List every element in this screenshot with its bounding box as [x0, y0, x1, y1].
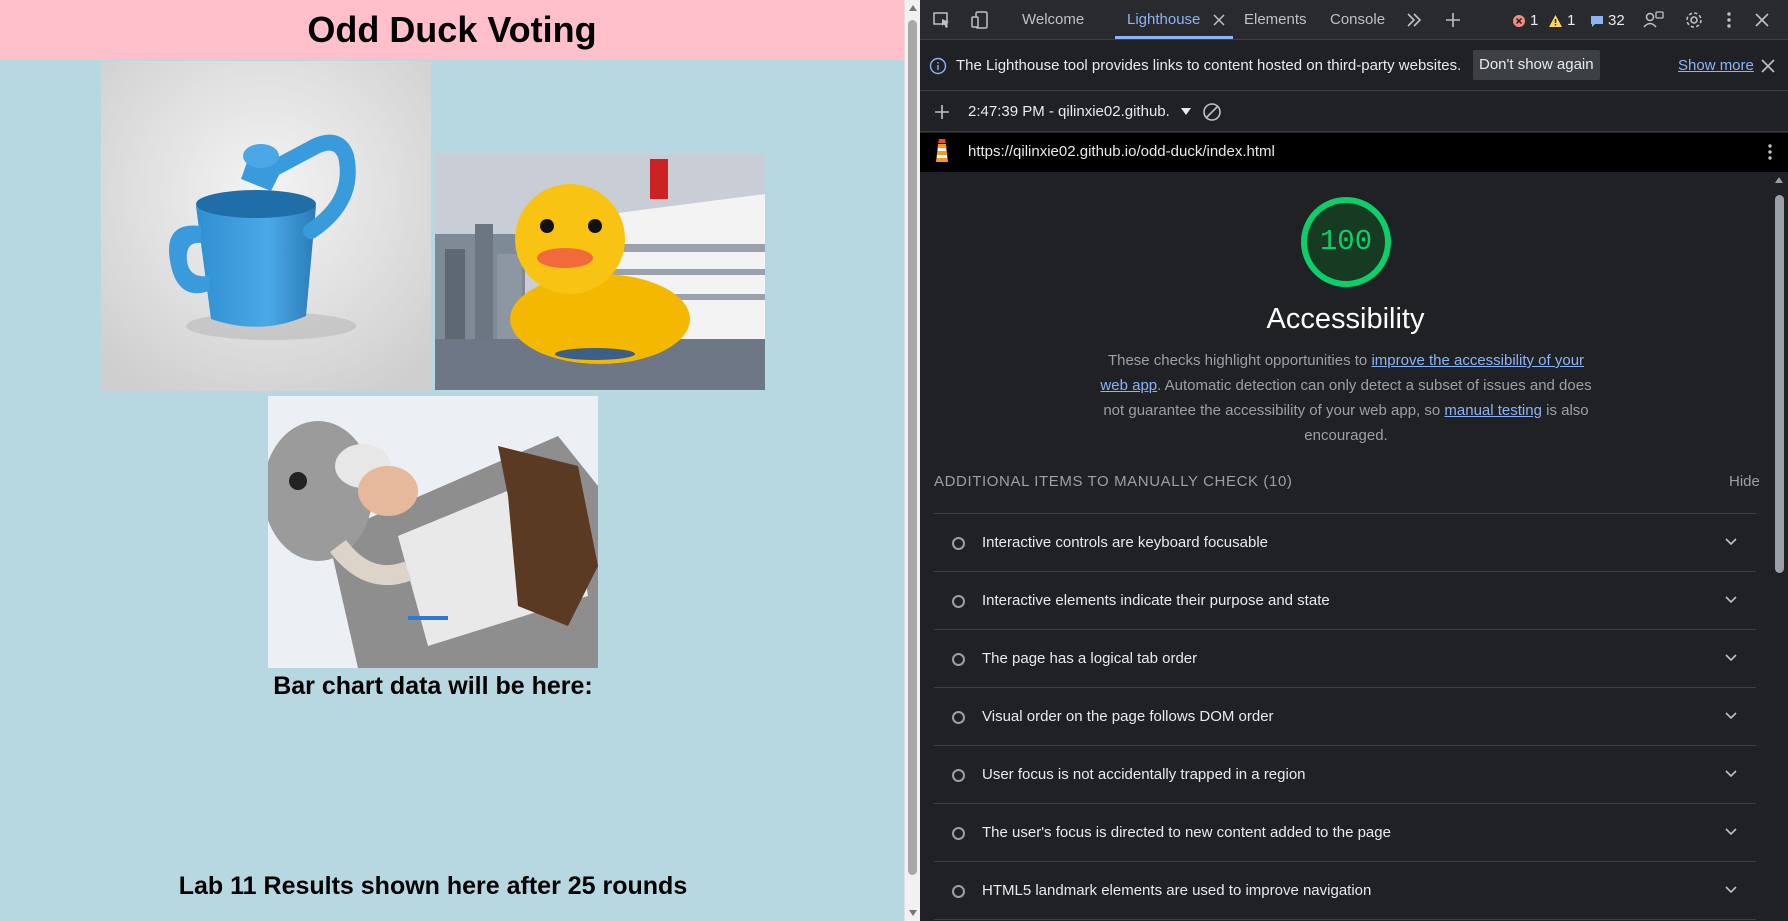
- customize-icon[interactable]: [1642, 8, 1666, 32]
- manual-audit-circle-icon: [952, 885, 965, 898]
- error-counter[interactable]: 1: [1512, 12, 1538, 29]
- manual-audit-list: Interactive controls are keyboard focusa…: [934, 513, 1756, 920]
- page-scrollbar[interactable]: [904, 0, 920, 921]
- chevron-down-icon[interactable]: [1724, 651, 1738, 665]
- more-tabs-icon[interactable]: [1402, 8, 1426, 32]
- chevron-down-icon[interactable]: [1724, 883, 1738, 897]
- audit-title: User focus is not accidentally trapped i…: [982, 766, 1306, 783]
- audit-row[interactable]: Interactive controls are keyboard focusa…: [934, 514, 1756, 572]
- devtools-tabbar: Welcome Lighthouse Elements Console 1 1 …: [920, 0, 1788, 40]
- audit-title: The page has a logical tab order: [982, 650, 1198, 667]
- more-options-icon[interactable]: [1717, 8, 1741, 32]
- product-image-water-can[interactable]: [101, 61, 431, 391]
- lighthouse-report: 100 Accessibility These checks highlight…: [920, 172, 1788, 921]
- web-page: Odd Duck Voting Bar chart data will be h…: [0, 0, 904, 921]
- scroll-thumb[interactable]: [908, 20, 917, 875]
- info-message: The Lighthouse tool provides links to co…: [956, 57, 1462, 74]
- manual-audit-circle-icon: [952, 769, 965, 782]
- scroll-thumb[interactable]: [1775, 195, 1784, 573]
- audit-title: Interactive controls are keyboard focusa…: [982, 534, 1268, 551]
- info-icon: [926, 54, 950, 78]
- active-tab-indicator: [1115, 36, 1233, 39]
- report-menu-icon[interactable]: [1758, 140, 1782, 164]
- scroll-up-arrow-icon[interactable]: [1775, 177, 1783, 183]
- manual-checks-header: ADDITIONAL ITEMS TO MANUALLY CHECK (10): [934, 473, 1293, 490]
- score-value: 100: [1319, 225, 1373, 258]
- scroll-down-arrow-icon[interactable]: [909, 910, 917, 916]
- product-image-tauntaun[interactable]: [268, 396, 598, 668]
- scroll-up-arrow-icon[interactable]: [909, 5, 917, 11]
- report-selector-value: 2:47:39 PM - qilinxie02.github.: [968, 103, 1170, 120]
- audit-title: The user's focus is directed to new cont…: [982, 824, 1391, 841]
- message-icon: [1591, 15, 1603, 27]
- info-count: 32: [1608, 12, 1625, 29]
- audit-title: Interactive elements indicate their purp…: [982, 592, 1330, 609]
- category-title: Accessibility: [1266, 303, 1425, 335]
- chevron-down-icon[interactable]: [1724, 767, 1738, 781]
- manual-audit-circle-icon: [952, 711, 965, 724]
- lighthouse-logo-icon: [930, 139, 954, 163]
- product-image-rubber-duck[interactable]: [435, 154, 765, 390]
- close-tab-icon[interactable]: [1207, 8, 1231, 32]
- close-infobar-icon[interactable]: [1756, 54, 1780, 78]
- device-toolbar-icon[interactable]: [968, 8, 992, 32]
- close-devtools-icon[interactable]: [1750, 8, 1774, 32]
- clear-reports-icon[interactable]: [1200, 100, 1224, 124]
- inspect-element-icon[interactable]: [930, 8, 954, 32]
- devtools-panel: Welcome Lighthouse Elements Console 1 1 …: [920, 0, 1788, 921]
- page-header: Odd Duck Voting: [0, 0, 904, 60]
- chevron-down-icon[interactable]: [1724, 825, 1738, 839]
- report-scrollbar[interactable]: [1771, 172, 1788, 921]
- chevron-down-icon[interactable]: [1724, 593, 1738, 607]
- hide-manual-checks-button[interactable]: Hide: [1729, 473, 1760, 490]
- manual-testing-link[interactable]: manual testing: [1444, 402, 1542, 419]
- audit-title: HTML5 landmark elements are used to impr…: [982, 882, 1372, 899]
- audit-row[interactable]: The user's focus is directed to new cont…: [934, 804, 1756, 862]
- settings-gear-icon[interactable]: [1682, 8, 1706, 32]
- audit-row[interactable]: User focus is not accidentally trapped i…: [934, 746, 1756, 804]
- tab-lighthouse[interactable]: Lighthouse: [1127, 0, 1200, 40]
- tab-welcome[interactable]: Welcome: [1022, 0, 1084, 40]
- chevron-down-icon[interactable]: [1724, 535, 1738, 549]
- lighthouse-toolbar: 2:47:39 PM - qilinxie02.github.: [920, 92, 1788, 132]
- error-count: 1: [1530, 12, 1539, 29]
- manual-audit-circle-icon: [952, 595, 965, 608]
- manual-audit-circle-icon: [952, 537, 965, 550]
- audit-title: Visual order on the page follows DOM ord…: [982, 708, 1274, 725]
- audit-row[interactable]: Visual order on the page follows DOM ord…: [934, 688, 1756, 746]
- show-more-link[interactable]: Show more: [1678, 57, 1754, 74]
- audit-row[interactable]: HTML5 landmark elements are used to impr…: [934, 862, 1756, 920]
- add-tab-icon[interactable]: [1441, 8, 1465, 32]
- chart-heading: Bar chart data will be here:: [273, 672, 593, 700]
- manual-audit-circle-icon: [952, 653, 965, 666]
- warning-counter[interactable]: 1: [1548, 12, 1575, 29]
- info-counter[interactable]: 32: [1590, 12, 1625, 29]
- tab-console[interactable]: Console: [1330, 0, 1385, 40]
- report-url[interactable]: https://qilinxie02.github.io/odd-duck/in…: [968, 143, 1275, 160]
- category-description: These checks highlight opportunities to …: [1093, 348, 1599, 448]
- audit-row[interactable]: The page has a logical tab order: [934, 630, 1756, 688]
- results-heading: Lab 11 Results shown here after 25 round…: [178, 872, 688, 900]
- new-report-plus-icon[interactable]: [930, 100, 954, 124]
- warning-icon: [1549, 14, 1562, 27]
- report-url-bar: https://qilinxie02.github.io/odd-duck/in…: [920, 133, 1788, 172]
- audit-row[interactable]: Interactive elements indicate their purp…: [934, 572, 1756, 630]
- warning-count: 1: [1567, 12, 1576, 29]
- dropdown-triangle-icon[interactable]: [1174, 100, 1198, 124]
- info-bar: The Lighthouse tool provides links to co…: [920, 41, 1788, 91]
- report-selector[interactable]: 2:47:39 PM - qilinxie02.github.: [968, 103, 1170, 120]
- page-title: Odd Duck Voting: [307, 9, 597, 50]
- manual-audit-circle-icon: [952, 827, 965, 840]
- error-icon: [1513, 14, 1525, 27]
- tab-elements[interactable]: Elements: [1244, 0, 1307, 40]
- description-text: These checks highlight opportunities to: [1107, 352, 1372, 369]
- dont-show-again-button[interactable]: Don't show again: [1473, 50, 1600, 80]
- chevron-down-icon[interactable]: [1724, 709, 1738, 723]
